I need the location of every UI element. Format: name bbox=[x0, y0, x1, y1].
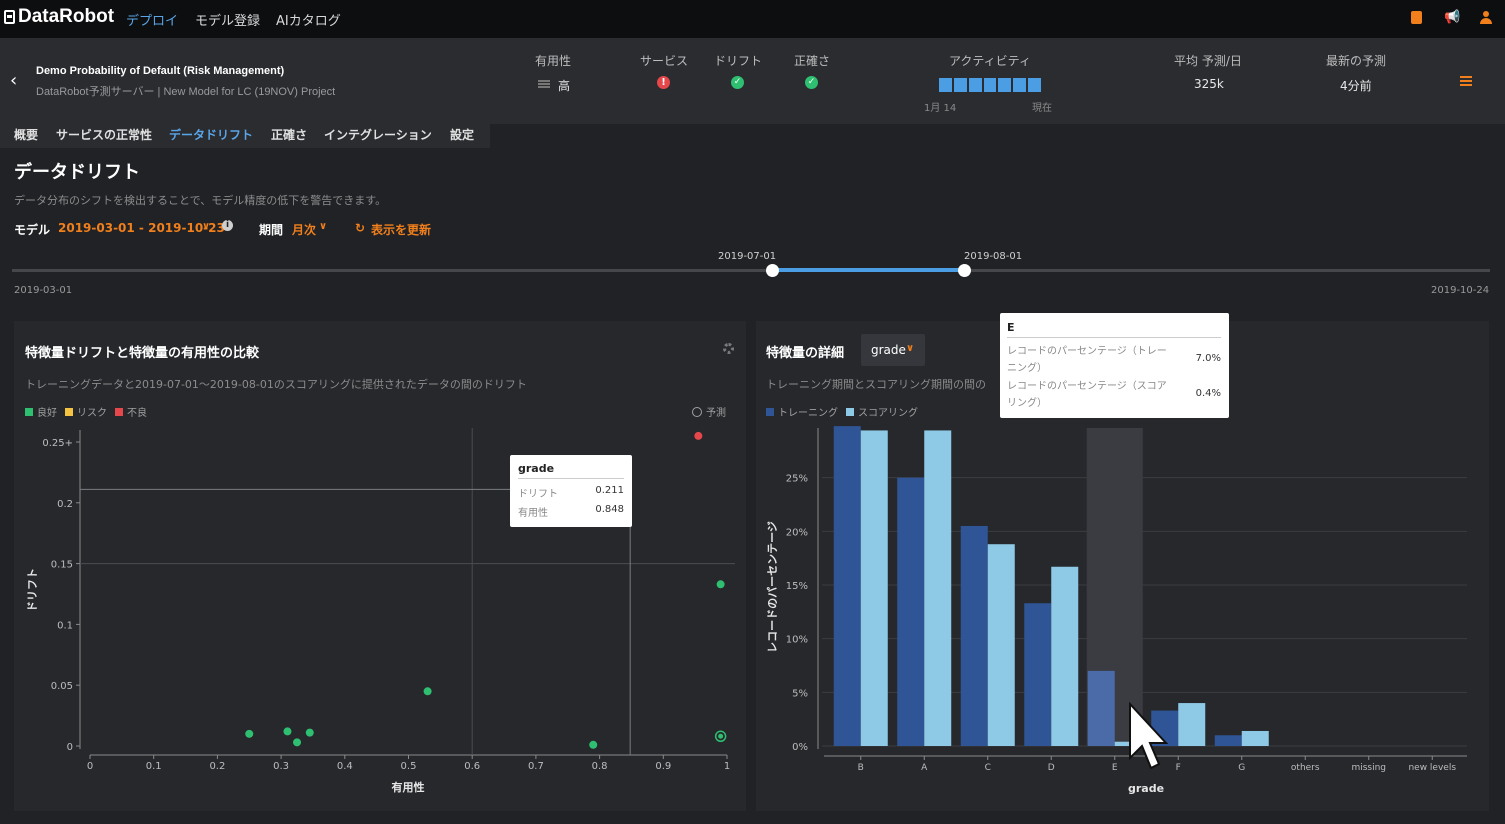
x-tick-label: C bbox=[985, 763, 991, 773]
bar-training bbox=[1087, 670, 1115, 746]
bar-training bbox=[1024, 603, 1052, 746]
tooltip-title: E bbox=[1007, 321, 1015, 334]
y-axis-label: レコードのパーセンテージ bbox=[766, 521, 779, 653]
x-tick-label: B bbox=[858, 763, 864, 773]
x-tick-label: G bbox=[1238, 763, 1245, 773]
bar-scoring bbox=[1051, 566, 1079, 746]
bar-scoring bbox=[1178, 703, 1206, 746]
x-tick-label: F bbox=[1176, 763, 1181, 773]
bar-scoring bbox=[1241, 730, 1269, 746]
x-tick-label: missing bbox=[1351, 763, 1386, 773]
bar-training bbox=[833, 426, 861, 746]
x-tick-label: A bbox=[921, 763, 928, 773]
y-tick-label: 5% bbox=[792, 688, 808, 699]
tooltip-scoring-label: レコードのパーセンテージ（スコアリング） bbox=[1007, 381, 1167, 409]
x-tick-label: new levels bbox=[1408, 763, 1456, 773]
tooltip-training-label: レコードのパーセンテージ（トレーニング） bbox=[1007, 346, 1167, 374]
feature-histogram-chart: 0% 5% 10% 15% 20% 25% B A C D E F Gothers missing new … bbox=[766, 426, 1467, 795]
tooltip-scoring-value: 0.4% bbox=[1195, 388, 1221, 399]
bar-scoring bbox=[924, 430, 952, 746]
y-tick-label: 15% bbox=[786, 581, 808, 592]
bar-training bbox=[960, 525, 988, 746]
y-tick-label: 0% bbox=[792, 742, 808, 753]
bar-scoring bbox=[987, 544, 1015, 746]
y-tick-label: 10% bbox=[786, 635, 808, 646]
bar-training bbox=[897, 477, 925, 746]
x-axis-label: grade bbox=[1128, 782, 1164, 795]
bar-scoring bbox=[860, 430, 888, 746]
x-tick-label: E bbox=[1112, 763, 1118, 773]
y-tick-label: 25% bbox=[786, 474, 808, 485]
tooltip-training-value: 7.0% bbox=[1195, 353, 1221, 364]
x-tick-label: others bbox=[1291, 763, 1320, 773]
mouse-cursor-icon bbox=[1129, 702, 1169, 770]
tooltip-divider bbox=[1007, 337, 1221, 338]
x-tick-label: D bbox=[1048, 763, 1055, 773]
y-tick-label: 20% bbox=[786, 527, 808, 538]
histogram-tooltip: E レコードのパーセンテージ（トレーニング） 7.0% レコードのパーセンテージ… bbox=[1000, 313, 1229, 418]
bar-training bbox=[1214, 735, 1242, 746]
